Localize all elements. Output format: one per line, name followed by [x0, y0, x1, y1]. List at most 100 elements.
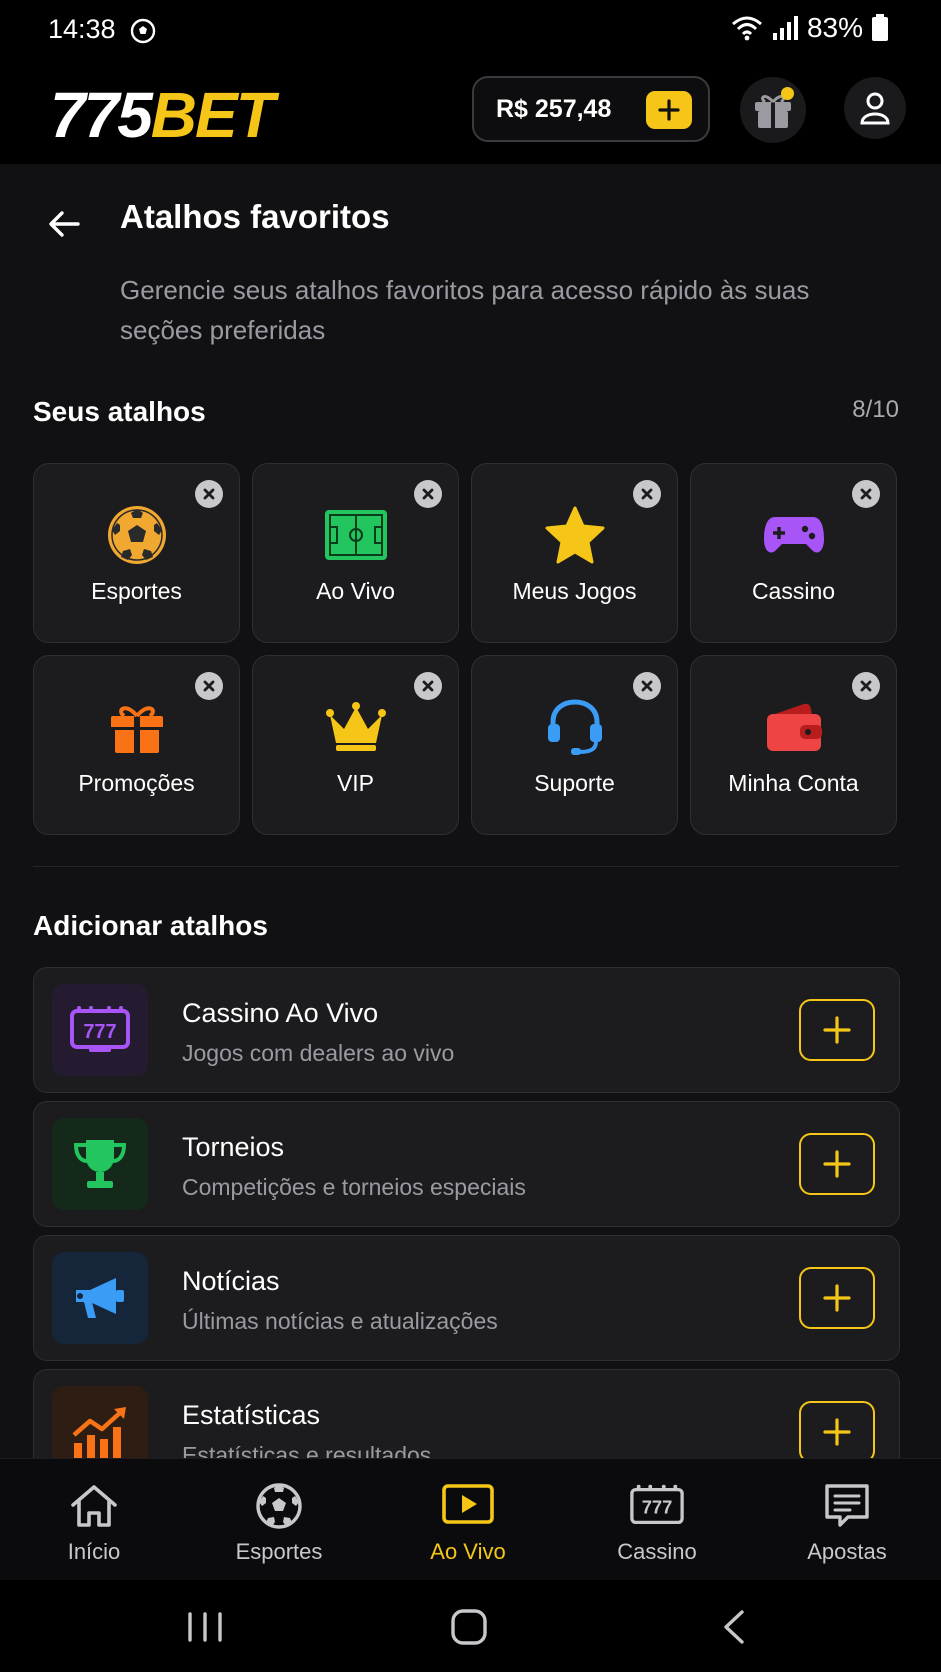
favorites-count: 8/10 — [852, 396, 899, 423]
close-icon — [422, 488, 434, 500]
balance-amount: R$ 257,48 — [496, 94, 612, 123]
shortcut-label: Suporte — [534, 770, 615, 796]
shortcut-tile-minha-conta[interactable]: Minha Conta — [690, 655, 897, 835]
close-icon — [203, 488, 215, 500]
home-icon — [71, 1485, 117, 1527]
close-icon — [860, 680, 872, 692]
live-field-icon — [324, 510, 387, 560]
add-shortcut-subtitle: Estatísticas e resultados — [182, 1442, 432, 1458]
add-shortcut-title: Torneios — [182, 1132, 285, 1162]
trophy-icon — [73, 1140, 127, 1188]
add-shortcut-button[interactable] — [799, 1267, 875, 1329]
add-shortcut-subtitle: Últimas notícias e atualizações — [182, 1308, 498, 1334]
nav-label: Cassino — [617, 1539, 697, 1564]
gift-icon — [110, 706, 163, 753]
gamepad-icon — [763, 517, 824, 553]
remove-shortcut-button[interactable] — [852, 672, 880, 700]
shortcut-tile-suporte[interactable]: Suporte — [471, 655, 678, 835]
profile-button[interactable] — [844, 77, 906, 139]
nav-label: Apostas — [807, 1539, 887, 1564]
shortcut-tile-esportes[interactable]: Esportes — [33, 463, 240, 643]
add-shortcut-button[interactable] — [799, 1133, 875, 1195]
svg-text:777: 777 — [642, 1497, 673, 1518]
remove-shortcut-button[interactable] — [633, 480, 661, 508]
add-section-title: Adicionar atalhos — [33, 910, 268, 941]
recent-apps-icon[interactable] — [186, 1610, 224, 1644]
deposit-button[interactable] — [646, 91, 692, 129]
home-button-icon[interactable] — [450, 1608, 488, 1646]
nav-item-inicio[interactable]: Início — [0, 1459, 188, 1581]
battery-percent: 83% — [806, 12, 863, 43]
plus-icon — [823, 1418, 851, 1446]
bottom-navigation: Início Esportes Ao Vivo 777 Cassino Apos… — [0, 1458, 941, 1580]
crown-icon — [325, 702, 386, 751]
add-shortcut-subtitle: Competições e torneios especiais — [182, 1174, 526, 1200]
remove-shortcut-button[interactable] — [195, 672, 223, 700]
add-shortcut-button[interactable] — [799, 999, 875, 1061]
nav-item-ao-vivo[interactable]: Ao Vivo — [374, 1459, 562, 1581]
shortcut-label: Ao Vivo — [316, 578, 395, 604]
add-shortcut-subtitle: Jogos com dealers ao vivo — [182, 1040, 455, 1066]
shortcut-label: Meus Jogos — [512, 578, 637, 604]
app-header: 775BET R$ 257,48 — [0, 64, 941, 164]
headset-icon — [547, 699, 602, 755]
rewards-button[interactable] — [740, 77, 806, 143]
add-shortcut-row-torneios[interactable]: Torneios Competições e torneios especiai… — [33, 1101, 900, 1227]
shortcut-label: Minha Conta — [728, 770, 859, 796]
back-nav-icon[interactable] — [720, 1608, 748, 1646]
plus-icon — [658, 99, 680, 121]
soccer-ball-icon — [130, 18, 156, 44]
user-icon — [860, 92, 890, 125]
chart-up-icon — [72, 1407, 126, 1458]
add-shortcut-row-noticias[interactable]: Notícias Últimas notícias e atualizações — [33, 1235, 900, 1361]
shortcut-tile-cassino[interactable]: Cassino — [690, 463, 897, 643]
add-shortcut-row-cassino-ao-vivo[interactable]: 777 Cassino Ao Vivo Jogos com dealers ao… — [33, 967, 900, 1093]
status-bar: 14:38 83% — [0, 0, 941, 64]
nav-label: Esportes — [235, 1539, 323, 1564]
nav-item-esportes[interactable]: Esportes — [185, 1459, 373, 1581]
shortcut-tile-vip[interactable]: VIP — [252, 655, 459, 835]
nav-label: Início — [67, 1539, 121, 1564]
shortcut-tile-ao-vivo[interactable]: Ao Vivo — [252, 463, 459, 643]
shortcut-label: Esportes — [91, 578, 182, 604]
status-time: 14:38 — [48, 14, 116, 44]
shortcut-tile-meus-jogos[interactable]: Meus Jogos — [471, 463, 678, 643]
megaphone-icon — [76, 1278, 124, 1318]
remove-shortcut-button[interactable] — [414, 672, 442, 700]
shortcut-label: Promoções — [78, 770, 195, 796]
close-icon — [641, 488, 653, 500]
remove-shortcut-button[interactable] — [633, 672, 661, 700]
plus-icon — [823, 1150, 851, 1178]
close-icon — [203, 680, 215, 692]
soccer-ball-icon — [107, 506, 166, 564]
shortcut-label: Cassino — [751, 578, 836, 604]
add-shortcut-row-estatisticas[interactable]: Estatísticas Estatísticas e resultados — [33, 1369, 900, 1458]
nav-item-cassino[interactable]: 777 Cassino — [563, 1459, 751, 1581]
slot-777-icon: 777 — [70, 1006, 130, 1052]
section-divider — [33, 866, 899, 867]
brand-logo[interactable]: 775BET — [50, 78, 275, 152]
add-shortcut-title: Estatísticas — [182, 1400, 321, 1430]
nav-item-apostas[interactable]: Apostas — [753, 1459, 941, 1581]
shortcut-tile-promocoes[interactable]: Promoções — [33, 655, 240, 835]
page-description: Gerencie seus atalhos favoritos para ace… — [120, 275, 810, 345]
remove-shortcut-button[interactable] — [195, 480, 223, 508]
plus-icon — [823, 1284, 851, 1312]
battery-icon — [872, 14, 888, 41]
add-shortcut-title: Notícias — [182, 1266, 280, 1296]
svg-text:777: 777 — [83, 1021, 116, 1043]
back-arrow-icon[interactable] — [42, 202, 86, 246]
nav-label: Ao Vivo — [430, 1539, 506, 1564]
play-icon — [442, 1484, 494, 1524]
signal-icon — [772, 16, 798, 40]
soccer-ball-icon — [256, 1483, 302, 1529]
add-shortcut-button[interactable] — [799, 1401, 875, 1458]
page-title: Atalhos favoritos — [120, 198, 390, 235]
remove-shortcut-button[interactable] — [852, 480, 880, 508]
remove-shortcut-button[interactable] — [414, 480, 442, 508]
close-icon — [641, 680, 653, 692]
star-icon — [545, 506, 604, 564]
balance-pill[interactable]: R$ 257,48 — [472, 76, 710, 142]
shortcut-label: VIP — [336, 770, 375, 796]
main-content: Atalhos favoritos Gerencie seus atalhos … — [0, 164, 941, 1458]
